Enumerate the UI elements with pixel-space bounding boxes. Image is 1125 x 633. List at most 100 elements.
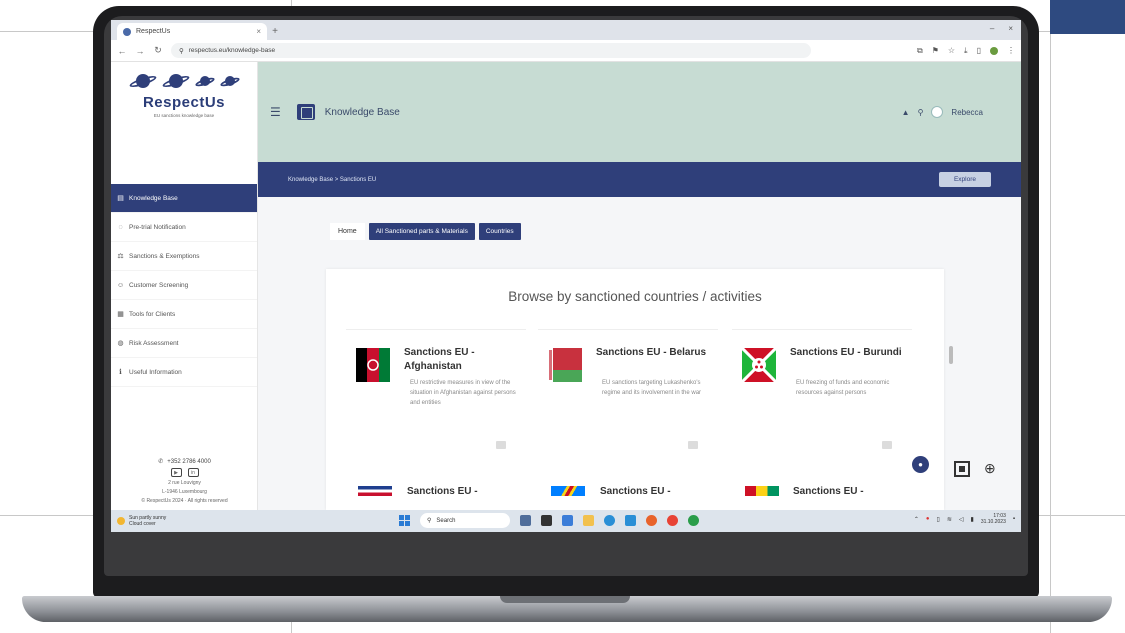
sidebar-item-pre-trial[interactable]: ◌ Pre-trial Notification xyxy=(111,213,257,242)
tray-app-icon[interactable]: ● xyxy=(926,516,930,522)
sidebar-item-tools[interactable]: ▦ Tools for Clients xyxy=(111,300,257,329)
sidepanel-icon[interactable]: ▯ xyxy=(977,46,981,55)
folder-icon[interactable] xyxy=(583,515,594,526)
address-line-2: L-1946 Luxembourg xyxy=(162,489,207,495)
contact-phone[interactable]: ✆ +352 2786 4000 xyxy=(158,458,211,466)
battery-icon[interactable]: ▮ xyxy=(971,516,974,523)
os-taskbar: Sun partly sunny Cloud cover ⚲ Search ⌃ … xyxy=(111,510,1021,532)
sidebar-item-label: Useful Information xyxy=(129,368,182,376)
close-window-icon[interactable]: × xyxy=(1008,24,1013,33)
volume-icon[interactable]: ◁ xyxy=(959,516,964,523)
header-actions: ▲ ⚲ Rebecca xyxy=(902,106,983,118)
row2-flag-1-icon xyxy=(358,486,392,496)
explore-button[interactable]: Explore xyxy=(939,172,991,187)
card-document-icon[interactable] xyxy=(882,441,892,449)
country-card-burundi[interactable]: Sanctions EU - Burundi EU freezing of fu… xyxy=(732,329,912,459)
row2-card-title[interactable]: Sanctions EU - xyxy=(600,486,671,497)
card-description: EU freezing of funds and economic resour… xyxy=(796,380,890,396)
breadcrumb[interactable]: Knowledge Base > Sanctions EU xyxy=(288,177,376,183)
tray-chevron-icon[interactable]: ⌃ xyxy=(914,516,919,523)
store-icon[interactable] xyxy=(625,515,636,526)
panel-title: Browse by sanctioned countries / activit… xyxy=(508,289,762,304)
filter-countries[interactable]: Countries xyxy=(478,223,521,240)
wifi-icon[interactable]: ≋ xyxy=(947,516,952,523)
info-icon: ℹ xyxy=(119,369,122,376)
sidebar-item-label: Customer Screening xyxy=(129,281,189,289)
new-tab-button[interactable]: + xyxy=(267,23,283,40)
clock[interactable]: 17:03 31.10.2023 xyxy=(981,513,1006,525)
translate-icon[interactable]: ⚑ xyxy=(932,46,939,55)
zoom-search-icon[interactable]: ⊕ xyxy=(984,460,996,477)
app-header: ☰ Knowledge Base ▲ ⚲ Rebecca xyxy=(258,62,1021,162)
sidebar-item-knowledge-base[interactable]: ▤ Knowledge Base xyxy=(111,184,257,213)
reload-icon[interactable]: ↻ xyxy=(153,45,163,56)
bookmark-star-icon[interactable]: ☆ xyxy=(948,46,955,55)
corner-accent-block xyxy=(1050,0,1125,34)
close-tab-icon[interactable]: × xyxy=(256,27,261,36)
sidebar-contact: ✆ +352 2786 4000 ▶ in 2 rue Louvigny L-1… xyxy=(111,458,258,505)
linkedin-icon[interactable]: in xyxy=(187,468,199,477)
main-content: Home All Sanctioned parts & Materials Co… xyxy=(258,197,1021,510)
page-title: Knowledge Base xyxy=(324,106,400,118)
sidebar-item-useful-info[interactable]: ℹ Useful Information xyxy=(111,358,257,387)
sidebar-item-label: Pre-trial Notification xyxy=(129,223,186,231)
brand-logo[interactable]: RespectUs EU sanctions knowledge base xyxy=(111,62,257,162)
chat-fab-button[interactable]: ● xyxy=(912,456,929,473)
copyright: © RespectUs 2024 · All rights reserved xyxy=(141,498,228,504)
files-icon[interactable] xyxy=(541,515,552,526)
share-icon[interactable]: ⧉ xyxy=(917,46,923,56)
laptop-screen: RespectUs × + – × ← → ↻ ⚲ respectus.eu/k… xyxy=(111,20,1021,532)
sidebar: RespectUs EU sanctions knowledge base ▤ … xyxy=(111,62,258,510)
notification-bell-icon[interactable]: ▲ xyxy=(902,108,910,117)
avatar[interactable] xyxy=(931,106,944,118)
chrome-icon[interactable] xyxy=(667,515,678,526)
weather-widget[interactable]: Sun partly sunny Cloud cover xyxy=(117,515,166,527)
address-line-1: 2 rue Louvigny xyxy=(168,480,201,486)
country-card-belarus[interactable]: Sanctions EU - Belarus EU sanctions targ… xyxy=(538,329,718,459)
sidebar-item-sanctions[interactable]: ⚖ Sanctions & Exemptions xyxy=(111,242,257,271)
scrollbar-thumb[interactable] xyxy=(949,346,953,364)
search-icon: ⚲ xyxy=(427,518,432,524)
breadcrumb-bar: Knowledge Base > Sanctions EU Explore xyxy=(258,162,1021,197)
taskbar-search[interactable]: ⚲ Search xyxy=(420,513,510,528)
card-title: Sanctions EU - Afghanistan xyxy=(404,347,475,372)
taskbar-apps: ⚲ Search xyxy=(399,513,699,528)
forward-icon[interactable]: → xyxy=(135,46,145,56)
youtube-icon[interactable]: ▶ xyxy=(170,468,182,477)
sidebar-nav: ▤ Knowledge Base ◌ Pre-trial Notificatio… xyxy=(111,184,257,387)
teams-icon[interactable] xyxy=(562,515,573,526)
sidebar-item-label: Knowledge Base xyxy=(129,194,178,202)
qr-code-icon[interactable] xyxy=(954,460,970,477)
site-info-icon[interactable]: ⚲ xyxy=(179,47,184,55)
language-icon[interactable]: ▯ xyxy=(937,516,940,523)
notifications-icon[interactable]: ▪ xyxy=(1013,516,1015,522)
profile-icon[interactable] xyxy=(990,46,998,55)
brand-name: RespectUs xyxy=(142,94,226,111)
task-view-icon[interactable] xyxy=(520,515,531,526)
minimize-icon[interactable]: – xyxy=(990,24,994,33)
chrome-active-icon[interactable] xyxy=(688,515,699,526)
user-name[interactable]: Rebecca xyxy=(951,108,983,117)
search-icon[interactable]: ⚲ xyxy=(918,108,924,117)
card-document-icon[interactable] xyxy=(496,441,506,449)
card-document-icon[interactable] xyxy=(688,441,698,449)
phone-number: +352 2786 4000 xyxy=(167,458,211,465)
sidebar-item-risk[interactable]: ◍ Risk Assessment xyxy=(111,329,257,358)
address-bar[interactable]: ⚲ respectus.eu/knowledge-base xyxy=(171,43,811,58)
row2-card-title[interactable]: Sanctions EU - xyxy=(793,486,864,497)
card-description: EU restrictive measures in view of the s… xyxy=(410,380,516,406)
edge-icon[interactable] xyxy=(604,515,615,526)
download-icon[interactable]: ⤓ xyxy=(964,46,968,56)
row2-card-title[interactable]: Sanctions EU - xyxy=(407,486,478,497)
filter-all-sanctioned[interactable]: All Sanctioned parts & Materials xyxy=(368,223,475,240)
browser-tab[interactable]: RespectUs × xyxy=(117,23,267,40)
filter-home[interactable]: Home xyxy=(330,223,365,240)
chart-icon: ◍ xyxy=(117,340,124,347)
country-card-afghanistan[interactable]: Sanctions EU - Afghanistan EU restrictiv… xyxy=(346,329,526,459)
office-icon[interactable] xyxy=(646,515,657,526)
menu-hamburger-icon[interactable]: ☰ xyxy=(270,105,281,119)
windows-start-icon[interactable] xyxy=(399,515,410,526)
back-icon[interactable]: ← xyxy=(117,46,127,56)
menu-kebab-icon[interactable]: ⋮ xyxy=(1007,46,1015,55)
sidebar-item-screening[interactable]: ☺ Customer Screening xyxy=(111,271,257,300)
